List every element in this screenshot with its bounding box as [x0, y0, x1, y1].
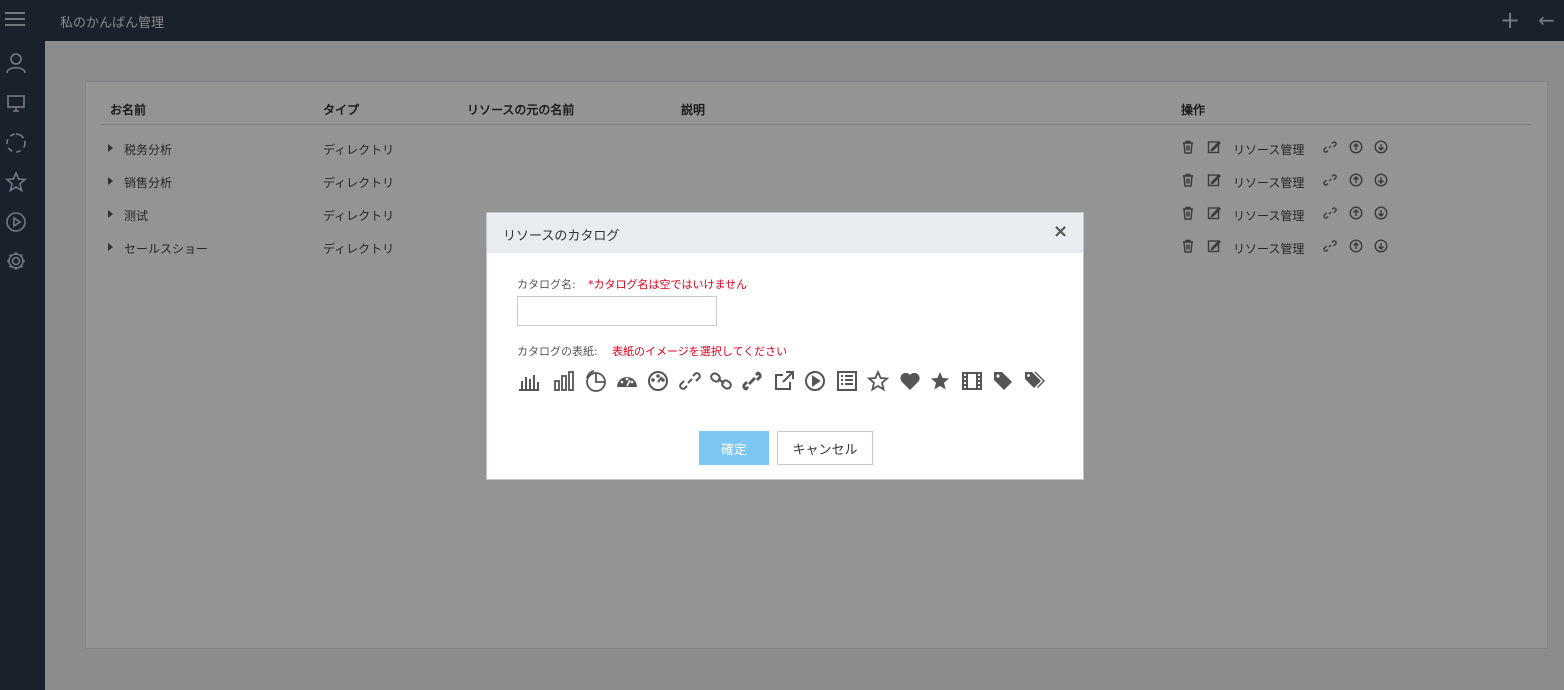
catalog-name-input[interactable] [517, 296, 717, 326]
chain-icon[interactable] [709, 369, 733, 393]
catalog-name-label: カタログ名: [517, 278, 576, 291]
bar-chart-icon[interactable] [517, 369, 541, 393]
dashboard-icon[interactable] [615, 369, 639, 393]
heart-icon[interactable] [898, 369, 922, 393]
link-icon[interactable] [678, 369, 702, 393]
link-bold-icon[interactable] [740, 369, 764, 393]
star-icon[interactable] [928, 369, 952, 393]
cover-icon-picker [517, 369, 1057, 393]
catalog-cover-label: カタログの表紙: [517, 345, 598, 358]
confirm-button[interactable]: 確定 [699, 431, 769, 465]
external-link-icon[interactable] [772, 369, 796, 393]
catalog-dialog: リソースのカタログ × カタログ名: *カタログ名は空ではいけません カタログの… [486, 212, 1084, 480]
play-circle-icon[interactable] [803, 369, 827, 393]
list-icon[interactable] [835, 369, 859, 393]
bar-chart-outline-icon[interactable] [552, 369, 576, 393]
cancel-button[interactable]: キャンセル [777, 431, 873, 465]
pie-chart-icon[interactable] [584, 369, 608, 393]
star-outline-icon[interactable] [866, 369, 890, 393]
film-icon[interactable] [960, 369, 984, 393]
tags-icon[interactable] [1023, 369, 1047, 393]
dialog-header: リソースのカタログ × [487, 213, 1083, 253]
tag-icon[interactable] [991, 369, 1015, 393]
dialog-title: リソースのカタログ [503, 229, 620, 244]
catalog-cover-error: 表紙のイメージを選択してください [612, 345, 788, 358]
gauge-icon[interactable] [646, 369, 670, 393]
catalog-name-error: *カタログ名は空ではいけません [588, 278, 748, 291]
close-icon[interactable]: × [1053, 222, 1068, 242]
